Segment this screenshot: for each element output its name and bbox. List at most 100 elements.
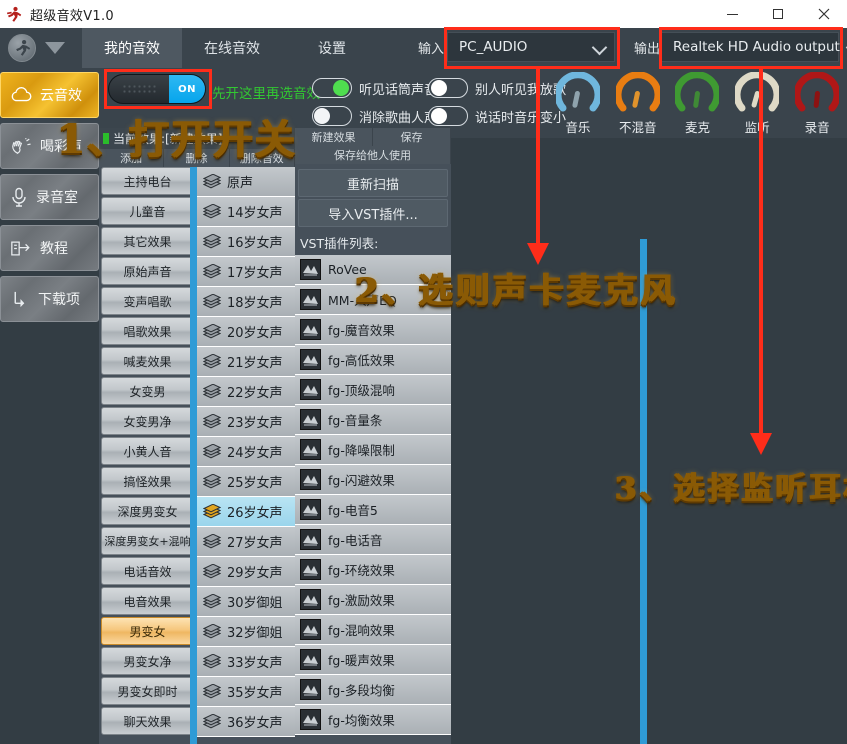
voice-list-item[interactable]: 14岁女声 — [197, 197, 295, 227]
effect-list-item[interactable]: 儿童音 — [101, 197, 194, 225]
maximize-button[interactable] — [755, 0, 800, 28]
vst-list-item[interactable]: fg-混响效果 — [295, 615, 451, 645]
tab-settings[interactable]: 设置 — [282, 28, 382, 68]
effect-list-item[interactable]: 其它效果 — [101, 227, 194, 255]
knob-monitor[interactable]: 监听 — [727, 70, 787, 136]
effect-list-item[interactable]: 女变男净 — [101, 407, 194, 435]
toggle-duck-music[interactable]: 说话时音乐变小 — [428, 106, 566, 126]
voice-label: 27岁女声 — [227, 532, 283, 551]
voice-list-item[interactable]: 22岁女声 — [197, 377, 295, 407]
knob-record[interactable]: 录音 — [787, 70, 847, 136]
effect-list-item[interactable]: 变声唱歌 — [101, 287, 194, 315]
voice-label: 26岁女声 — [227, 502, 283, 521]
voice-list-item[interactable]: 原声 — [197, 167, 295, 197]
vst-list-item[interactable]: fg-音量条 — [295, 405, 451, 435]
vst-list-item[interactable]: fg-电话音 — [295, 525, 451, 555]
sidebar-item-recording-studio[interactable]: 录音室 — [0, 174, 99, 220]
save-button[interactable]: 保存 — [373, 128, 451, 146]
save-for-others-button[interactable]: 保存给他人使用 — [295, 146, 451, 164]
vst-list[interactable]: RoVeeMM-人声EQfg-魔音效果fg-高低效果fg-顶级混响fg-音量条f… — [295, 255, 451, 744]
cloud-icon — [10, 87, 32, 103]
runner-logo-icon[interactable] — [8, 34, 36, 62]
plugin-icon — [300, 349, 321, 370]
effect-list-item[interactable]: 原始声音 — [101, 257, 194, 285]
voice-list-item[interactable]: 20岁女声 — [197, 317, 295, 347]
vst-column: 重新扫描 导入VST插件... VST插件列表: RoVeeMM-人声EQfg-… — [295, 167, 451, 744]
voice-list-item[interactable]: 33岁女声 — [197, 647, 295, 677]
effect-list-item[interactable]: 唱歌效果 — [101, 317, 194, 345]
vst-list-item[interactable]: fg-多段均衡 — [295, 675, 451, 705]
chevron-down-icon[interactable] — [45, 42, 65, 54]
voice-list-item[interactable]: 17岁女声 — [197, 257, 295, 287]
vst-list-item[interactable]: fg-降噪限制 — [295, 435, 451, 465]
vst-list-item[interactable]: fg-顶级混响 — [295, 375, 451, 405]
voice-list-item[interactable]: 23岁女声 — [197, 407, 295, 437]
voice-label: 16岁女声 — [227, 232, 283, 251]
knob-no-mix[interactable]: 不混音 — [608, 70, 668, 136]
stack-icon — [203, 414, 221, 429]
voice-list-item[interactable]: 36岁女声 — [197, 707, 295, 737]
plugin-icon — [300, 319, 321, 340]
voice-list-item[interactable]: 30岁御姐 — [197, 587, 295, 617]
voice-list[interactable]: 原声14岁女声 16岁女声 17岁女声18岁女声20岁女声21岁女声22岁女声23岁… — [197, 167, 295, 744]
voice-label: 32岁御姐 — [227, 622, 283, 641]
effect-list-item[interactable]: 女变男 — [101, 377, 194, 405]
voice-list-item[interactable]: 32岁御姐 — [197, 617, 295, 647]
voice-list-item[interactable]: 29岁女声 — [197, 557, 295, 587]
effects-panel: 当前效果:[新建效果] 添加 删除 删除音效 新建效果 保存 保存给他人使用 — [99, 128, 451, 744]
vst-list-item[interactable]: fg-电音5 — [295, 495, 451, 525]
effect-list-item[interactable]: 主持电台 — [101, 167, 194, 195]
effect-list-item[interactable]: 聊天效果 — [101, 707, 194, 735]
voice-list-item[interactable]: 24岁女声 — [197, 437, 295, 467]
vst-list-item[interactable]: fg-魔音效果 — [295, 315, 451, 345]
effect-list-item[interactable]: 深度男变女 — [101, 497, 194, 525]
voice-list-item[interactable]: 26岁女声 — [197, 497, 295, 527]
effect-list-item[interactable]: 小黄人音 — [101, 437, 194, 465]
effect-list-scrollbar[interactable] — [190, 167, 197, 744]
effect-list[interactable]: 主持电台儿童音其它效果原始声音变声唱歌唱歌效果喊麦效果女变男女变男净小黄人音搞怪… — [99, 167, 197, 744]
voice-list-item[interactable]: 18岁女声 — [197, 287, 295, 317]
minimize-button[interactable] — [710, 0, 755, 28]
toggle-hear-mic[interactable]: 听见话筒声音 — [312, 78, 437, 98]
window-title: 超级音效V1.0 — [30, 5, 114, 24]
sidebar-item-downloads[interactable]: 下载项 — [0, 276, 99, 322]
effect-list-item[interactable]: 喊麦效果 — [101, 347, 194, 375]
effect-list-item[interactable]: 深度男变女+混响 — [101, 527, 194, 555]
effect-list-item[interactable]: 搞怪效果 — [101, 467, 194, 495]
effect-list-item[interactable]: 男变女 — [101, 617, 194, 645]
tab-label: 我的音效 — [104, 38, 160, 58]
vst-list-item[interactable]: fg-均衡效果 — [295, 705, 451, 735]
voice-list-item[interactable]: 27岁女声 — [197, 527, 295, 557]
knob-dial — [795, 72, 839, 115]
vst-list-item[interactable]: fg-闪避效果 — [295, 465, 451, 495]
voice-list-item[interactable]: 21岁女声 — [197, 347, 295, 377]
effect-list-item[interactable]: 男变女净 — [101, 647, 194, 675]
tab-online-effects[interactable]: 在线音效 — [182, 28, 282, 68]
tab-my-effects[interactable]: 我的音效 — [82, 28, 182, 68]
knob-mic[interactable]: 麦克 — [668, 70, 728, 136]
import-vst-button[interactable]: 导入VST插件... — [298, 199, 448, 227]
close-button[interactable] — [800, 0, 847, 28]
voice-label: 29岁女声 — [227, 562, 283, 581]
effect-list-item[interactable]: 男变女即时 — [101, 677, 194, 705]
toggle-others-hear-music[interactable]: 别人听见我放歌 — [428, 78, 566, 98]
new-effect-button[interactable]: 新建效果 — [295, 128, 373, 146]
stack-icon — [203, 504, 221, 519]
voice-list-item[interactable]: 25岁女声 — [197, 467, 295, 497]
vst-list-item[interactable]: fg-环绕效果 — [295, 555, 451, 585]
rescan-button[interactable]: 重新扫描 — [298, 169, 448, 197]
vst-list-item[interactable]: fg-激励效果 — [295, 585, 451, 615]
close-icon — [818, 8, 830, 20]
sidebar-item-tutorial[interactable]: 教程 — [0, 225, 99, 271]
vst-list-item[interactable]: fg-高低效果 — [295, 345, 451, 375]
knob-music[interactable]: 音乐 — [548, 70, 608, 136]
effect-list-item[interactable]: 电话音效 — [101, 557, 194, 585]
voice-list-item[interactable]: 16岁女声 — [197, 227, 295, 257]
effect-list-item[interactable]: 电音效果 — [101, 587, 194, 615]
vst-list-item[interactable]: fg-暖声效果 — [295, 645, 451, 675]
voice-label: 33岁女声 — [227, 652, 283, 671]
toggle-remove-vocals[interactable]: 消除歌曲人声 — [312, 106, 437, 126]
voice-list-item[interactable]: 35岁女声 — [197, 677, 295, 707]
panel-columns: 主持电台儿童音其它效果原始声音变声唱歌唱歌效果喊麦效果女变男女变男净小黄人音搞怪… — [99, 167, 451, 744]
plugin-icon — [300, 649, 321, 670]
